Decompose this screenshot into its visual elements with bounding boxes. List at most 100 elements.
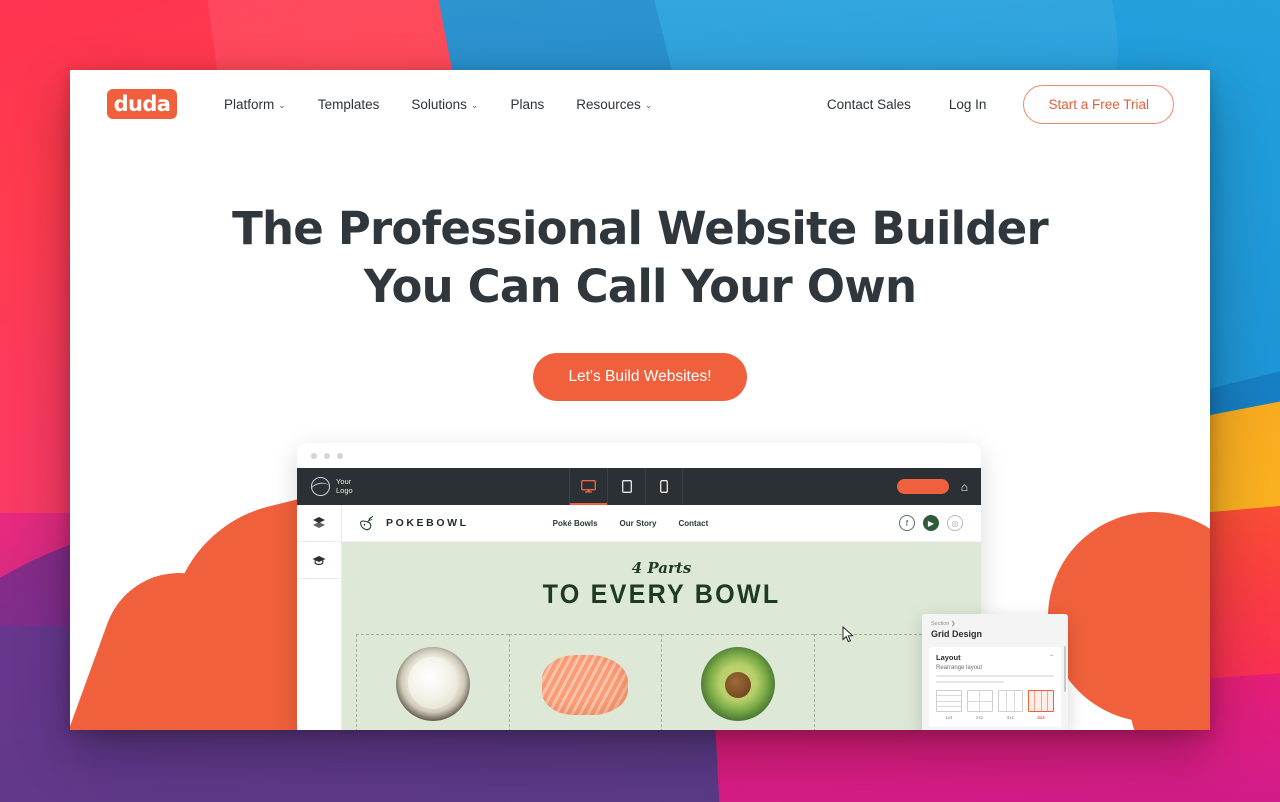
layout-card-header[interactable]: Layout ⌃: [936, 653, 1054, 662]
editor-side-rail: [297, 505, 342, 730]
layout-option-3x1[interactable]: 3x1: [997, 690, 1024, 720]
nav-label: Resources: [576, 96, 641, 112]
salmon-image: [542, 655, 629, 715]
avocado-image: [700, 647, 775, 721]
grid-cell-salmon[interactable]: [508, 634, 661, 730]
chevron-down-icon: ⌄: [644, 99, 653, 110]
nav-item-templates[interactable]: Templates: [302, 97, 396, 112]
layout-option-4x1[interactable]: 4x1: [1028, 690, 1054, 720]
mobile-icon: [660, 480, 668, 493]
grid-cell-avocado[interactable]: [661, 634, 814, 730]
layout-option-label: 2x2: [975, 715, 984, 720]
nav-label: Templates: [317, 96, 380, 112]
pokebowl-hero-section: 4 Parts TO EVERY BOWL: [342, 542, 981, 730]
chevron-down-icon: ⌄: [278, 99, 286, 110]
grid-cell-rice[interactable]: [356, 634, 509, 730]
editor-toolbar-actions: ⌂: [896, 468, 981, 505]
editor-toolbar: Your Logo ⌂: [297, 468, 981, 505]
chevron-down-icon: ⌄: [470, 99, 479, 110]
browser-chrome-bar: [297, 443, 981, 468]
pokebowl-hero-title: TO EVERY BOWL: [542, 579, 781, 609]
nav-item-platform[interactable]: Platform ⌄: [208, 97, 302, 112]
editor-body: POKEBOWL Poké Bowls Our Story Contact f …: [297, 505, 981, 730]
device-desktop-button[interactable]: [569, 468, 607, 505]
hero-section: The Professional Website Builder You Can…: [70, 200, 1210, 402]
layout-options: 1x4 2x2 3x1 4x1: [936, 690, 1054, 720]
mouse-cursor-icon: [842, 626, 854, 643]
nav-item-log-in[interactable]: Log In: [930, 97, 1006, 112]
layout-section-label: Layout: [936, 653, 961, 662]
youtube-icon[interactable]: ▶: [923, 515, 939, 531]
chevron-up-icon[interactable]: ⌃: [1049, 654, 1054, 661]
panel-scrollbar[interactable]: [1064, 646, 1066, 692]
layers-glyph: [313, 517, 325, 528]
placeholder-line-short: [936, 681, 1005, 683]
placeholder-line: [936, 675, 1054, 677]
grid-panel-header: Section ❯ Grid Design: [922, 614, 1068, 643]
graduation-cap-icon[interactable]: [297, 542, 342, 579]
nav-item-plans[interactable]: Plans: [494, 97, 560, 112]
editor-site-logo[interactable]: Your Logo: [297, 468, 569, 505]
rice-bowl-image: [395, 647, 470, 721]
pokebowl-nav-links: Poké Bowls Our Story Contact: [553, 519, 709, 528]
breadcrumb[interactable]: Section ❯: [931, 621, 1059, 627]
window-close-dot: [311, 452, 317, 459]
tablet-icon: [621, 480, 632, 493]
pokebowl-hero-script: 4 Parts: [631, 559, 692, 577]
layout-thumb-cols-3: [997, 690, 1024, 712]
pokebowl-brand[interactable]: POKEBOWL: [358, 514, 469, 533]
page-title: The Professional Website Builder You Can…: [70, 200, 1210, 315]
layout-option-1x4[interactable]: 1x4: [936, 690, 962, 720]
site-header: duda Platform ⌄ Templates Solutions ⌄ Pl…: [70, 70, 1210, 138]
layout-card: Layout ⌃ Rearrange layout 1x4 2x2 3x1 4x…: [929, 647, 1061, 727]
nav-item-contact-sales[interactable]: Contact Sales: [808, 97, 930, 112]
site-canvas: POKEBOWL Poké Bowls Our Story Contact f …: [342, 505, 981, 730]
headline-line-1: The Professional Website Builder: [232, 202, 1049, 255]
leaf-logo-icon: [311, 477, 330, 496]
bowl-logo-icon: [360, 515, 374, 530]
layout-option-label: 1x4: [945, 715, 953, 720]
facebook-icon[interactable]: f: [899, 515, 915, 531]
start-free-trial-button[interactable]: Start a Free Trial: [1023, 84, 1174, 124]
editor-logo-text: Your Logo: [336, 477, 353, 495]
pokebowl-image-grid: [356, 634, 967, 730]
pokebowl-brand-name: POKEBOWL: [386, 517, 469, 529]
grid-design-panel: Section ❯ Grid Design Layout ⌃ Rearrange…: [922, 614, 1068, 730]
layout-option-label: 4x1: [1037, 715, 1045, 720]
layers-icon[interactable]: [297, 505, 342, 542]
layout-thumb-quad: [966, 690, 993, 712]
nav-label: Plans: [510, 96, 545, 112]
primary-nav: Platform ⌄ Templates Solutions ⌄ Plans R…: [208, 97, 668, 112]
pokebowl-link-contact[interactable]: Contact: [678, 519, 708, 528]
nav-item-solutions[interactable]: Solutions ⌄: [395, 97, 494, 112]
desktop-icon: [581, 480, 596, 493]
layout-thumb-rows: [936, 690, 962, 712]
nav-item-resources[interactable]: Resources ⌄: [560, 97, 668, 112]
instagram-icon[interactable]: ◎: [947, 515, 963, 531]
headline-line-2: You Can Call Your Own: [363, 259, 917, 313]
window-minimize-dot: [324, 452, 330, 459]
device-tablet-button[interactable]: [607, 468, 645, 505]
window-maximize-dot: [337, 452, 343, 459]
nav-label: Solutions: [411, 96, 467, 112]
nav-label: Platform: [224, 96, 275, 112]
layout-subtitle: Rearrange layout: [936, 665, 983, 671]
pokebowl-link-poke-bowls[interactable]: Poké Bowls: [553, 519, 598, 528]
duda-logo[interactable]: duda: [107, 89, 177, 119]
publish-button[interactable]: [896, 479, 949, 494]
layout-option-label: 3x1: [1006, 715, 1015, 720]
pokebowl-link-our-story[interactable]: Our Story: [620, 519, 657, 528]
device-mobile-button[interactable]: [645, 468, 683, 505]
duda-website-page: duda Platform ⌄ Templates Solutions ⌄ Pl…: [70, 70, 1210, 730]
editor-logo-line-2: Logo: [336, 485, 353, 495]
build-websites-button[interactable]: Let's Build Websites!: [533, 353, 747, 402]
pokebowl-social-links: f ▶ ◎: [899, 515, 963, 531]
grid-panel-title: Grid Design: [931, 629, 983, 639]
graduation-cap-glyph: [312, 556, 326, 566]
home-icon[interactable]: ⌂: [961, 480, 968, 494]
secondary-nav: Contact Sales Log In Start a Free Trial: [808, 84, 1174, 124]
layout-option-2x2[interactable]: 2x2: [966, 690, 993, 720]
layout-thumb-cols-4: [1028, 690, 1054, 712]
editor-screenshot-mockup: Your Logo ⌂ POKEBOWL Poké Bowls Our Stor…: [297, 443, 981, 730]
device-switcher: [569, 468, 683, 505]
